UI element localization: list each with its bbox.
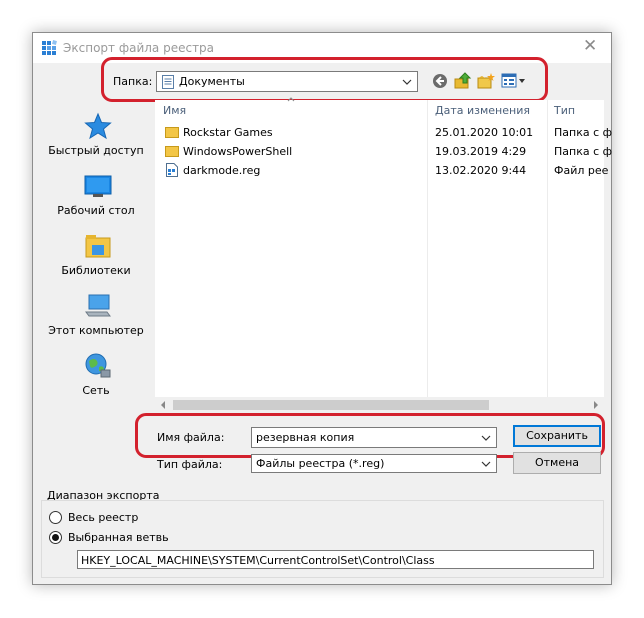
close-button[interactable]: ✕ [567, 33, 611, 63]
place-this-pc[interactable]: Этот компьютер [40, 292, 152, 352]
file-type: Папка с ф [554, 126, 613, 139]
file-date: 13.02.2020 9:44 [435, 164, 527, 177]
folder-row-highlight [101, 57, 548, 102]
branch-path-input[interactable]: HKEY_LOCAL_MACHINE\SYSTEM\CurrentControl… [77, 550, 594, 569]
radio-all-registry[interactable] [49, 511, 62, 524]
file-type: Папка с ф [554, 145, 613, 158]
table-row[interactable]: Rockstar Games 25.01.2020 10:01 Папка с … [155, 124, 612, 142]
option-all-label[interactable]: Весь реестр [68, 511, 138, 524]
scrollbar-thumb[interactable] [173, 400, 489, 410]
file-name: Rockstar Games [183, 126, 273, 139]
horizontal-scrollbar[interactable] [155, 397, 604, 413]
sort-ascending-icon [287, 97, 295, 102]
file-list[interactable]: Имя Дата изменения Тип Rockstar Games 25… [155, 97, 612, 413]
cancel-button[interactable]: Отмена [513, 452, 601, 474]
desktop-icon [84, 175, 112, 197]
table-row[interactable]: WindowsPowerShell 19.03.2019 4:29 Папка … [155, 143, 612, 161]
file-type: Файл рее [554, 164, 609, 177]
computer-icon [85, 294, 111, 317]
filetype-value: Файлы реестра (*.reg) [256, 457, 385, 470]
scroll-left-icon[interactable] [159, 401, 167, 409]
folder-icon [165, 146, 179, 157]
scroll-right-icon[interactable] [592, 401, 600, 409]
place-label: Сеть [82, 384, 110, 397]
folder-icon [165, 127, 179, 138]
filetype-label: Тип файла: [157, 458, 223, 471]
place-quick-access[interactable]: Быстрый доступ [40, 112, 152, 172]
places-bar: Быстрый доступ Рабочий стол Библиотеки Э… [40, 100, 152, 413]
reg-file-icon [166, 163, 178, 177]
column-header-name[interactable]: Имя [163, 104, 186, 117]
file-name: WindowsPowerShell [183, 145, 293, 158]
place-label: Библиотеки [61, 264, 131, 277]
option-branch-label[interactable]: Выбранная ветвь [68, 531, 169, 544]
export-dialog: Экспорт файла реестра ✕ Папка: Документы [32, 32, 612, 585]
regedit-icon [42, 40, 57, 55]
place-network[interactable]: Сеть [40, 352, 152, 412]
branch-path-value: HKEY_LOCAL_MACHINE\SYSTEM\CurrentControl… [81, 554, 435, 567]
file-date: 25.01.2020 10:01 [435, 126, 534, 139]
radio-selected-branch[interactable] [49, 531, 62, 544]
place-desktop[interactable]: Рабочий стол [40, 172, 152, 232]
file-name: darkmode.reg [183, 164, 261, 177]
file-date: 19.03.2019 4:29 [435, 145, 527, 158]
star-icon [84, 112, 112, 140]
chevron-down-icon[interactable] [480, 457, 492, 471]
network-icon [85, 353, 111, 378]
place-libraries[interactable]: Библиотеки [40, 232, 152, 292]
window-title: Экспорт файла реестра [63, 41, 215, 55]
close-icon: ✕ [583, 36, 598, 56]
filetype-select[interactable]: Файлы реестра (*.reg) [251, 454, 497, 473]
column-header-date[interactable]: Дата изменения [435, 104, 530, 117]
libraries-icon [85, 235, 111, 258]
column-header-type[interactable]: Тип [554, 104, 575, 117]
place-label: Быстрый доступ [48, 144, 144, 157]
table-row[interactable]: darkmode.reg 13.02.2020 9:44 Файл рее [155, 162, 608, 180]
place-label: Рабочий стол [57, 204, 135, 217]
place-label: Этот компьютер [48, 324, 144, 337]
